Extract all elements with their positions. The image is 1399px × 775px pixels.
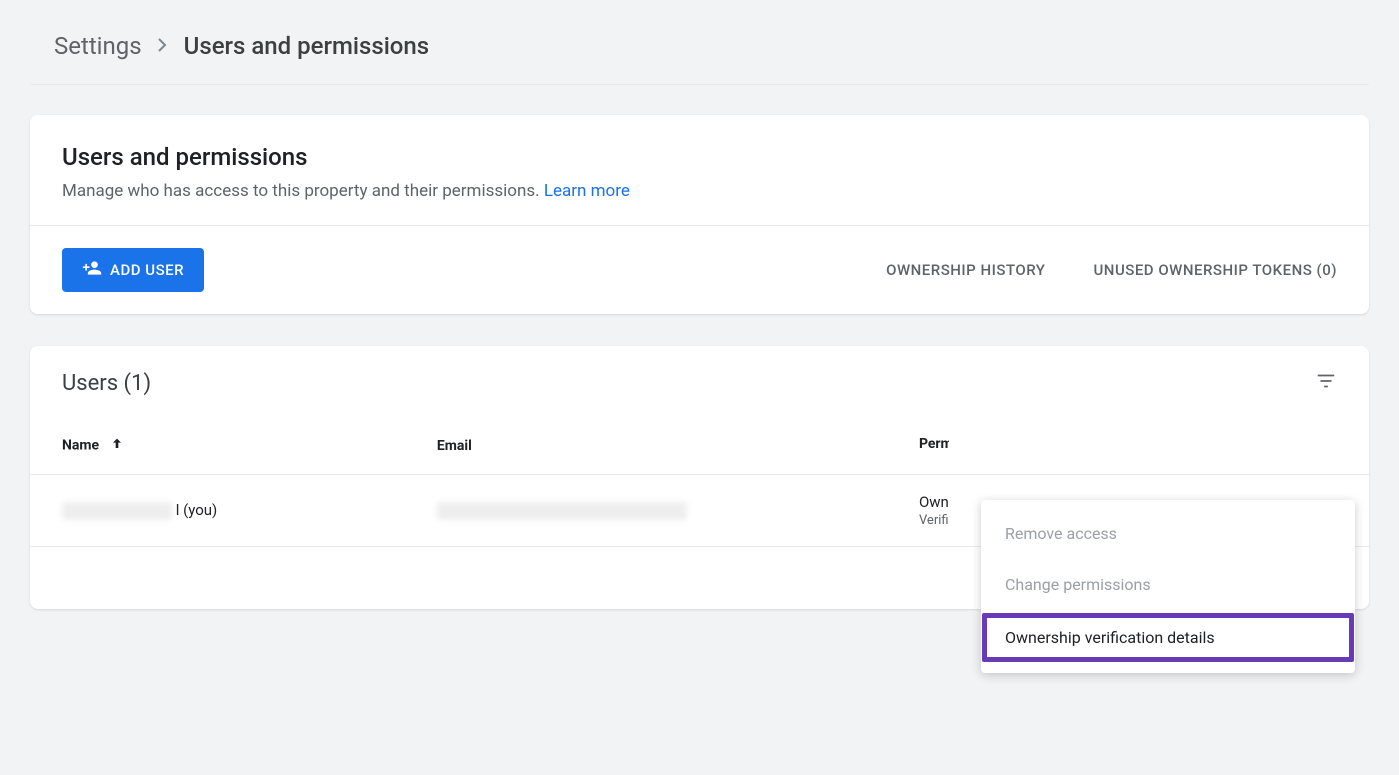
menu-item-change-permissions[interactable]: Change permissions bbox=[981, 559, 1355, 610]
card-subtitle: Manage who has access to this property a… bbox=[62, 181, 1337, 201]
column-header-email[interactable]: Email bbox=[405, 414, 887, 475]
card-title: Users and permissions bbox=[62, 143, 1337, 171]
breadcrumb-parent[interactable]: Settings bbox=[54, 32, 142, 60]
sort-asc-icon bbox=[109, 436, 125, 456]
breadcrumb-current: Users and permissions bbox=[184, 32, 430, 60]
column-header-permission[interactable]: Permission bbox=[887, 414, 1369, 475]
redacted-name bbox=[62, 502, 172, 520]
user-name-cell: l (you) bbox=[30, 475, 405, 547]
context-menu: Remove access Change permissions Ownersh… bbox=[981, 500, 1355, 673]
column-header-name[interactable]: Name bbox=[30, 414, 405, 475]
add-user-label: ADD USER bbox=[110, 261, 184, 279]
ownership-history-link[interactable]: OWNERSHIP HISTORY bbox=[886, 261, 1045, 279]
breadcrumb: Settings Users and permissions bbox=[30, 20, 1369, 85]
menu-item-remove-access[interactable]: Remove access bbox=[981, 508, 1355, 559]
filter-icon[interactable] bbox=[1315, 370, 1337, 396]
permissions-card: Users and permissions Manage who has acc… bbox=[30, 115, 1369, 314]
chevron-right-icon bbox=[158, 36, 168, 57]
person-add-icon bbox=[82, 258, 102, 282]
user-email-cell bbox=[405, 475, 887, 547]
menu-item-ownership-verification[interactable]: Ownership verification details bbox=[981, 612, 1355, 663]
add-user-button[interactable]: ADD USER bbox=[62, 248, 204, 292]
redacted-email bbox=[437, 502, 687, 520]
unused-tokens-link[interactable]: UNUSED OWNERSHIP TOKENS (0) bbox=[1093, 261, 1337, 279]
users-section-title: Users (1) bbox=[62, 371, 151, 396]
learn-more-link[interactable]: Learn more bbox=[544, 181, 630, 201]
